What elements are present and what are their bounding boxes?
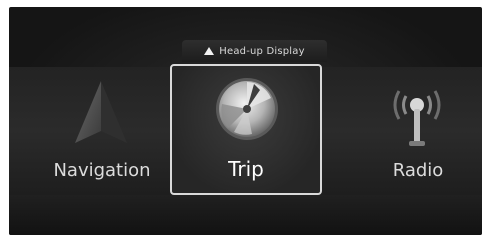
menu-item-radio[interactable]: Radio — [343, 67, 482, 195]
infotainment-screen: Head-up Display Navigation Trip Radio — [9, 7, 482, 235]
menu-item-navigation[interactable]: Navigation — [27, 67, 177, 195]
floor-reflection — [9, 195, 482, 235]
menu-item-trip[interactable]: Trip — [170, 64, 322, 195]
triangle-up-icon — [204, 47, 215, 55]
head-up-display-label: Head-up Display — [219, 45, 305, 57]
menu-item-label: Navigation — [53, 160, 151, 181]
menu-item-label: Radio — [392, 160, 444, 181]
navigation-arrow-icon — [75, 81, 127, 143]
trip-dial-icon — [216, 78, 278, 140]
radio-antenna-icon — [393, 90, 441, 146]
menu-item-label: Trip — [228, 157, 264, 181]
head-up-display-button[interactable]: Head-up Display — [182, 40, 327, 62]
